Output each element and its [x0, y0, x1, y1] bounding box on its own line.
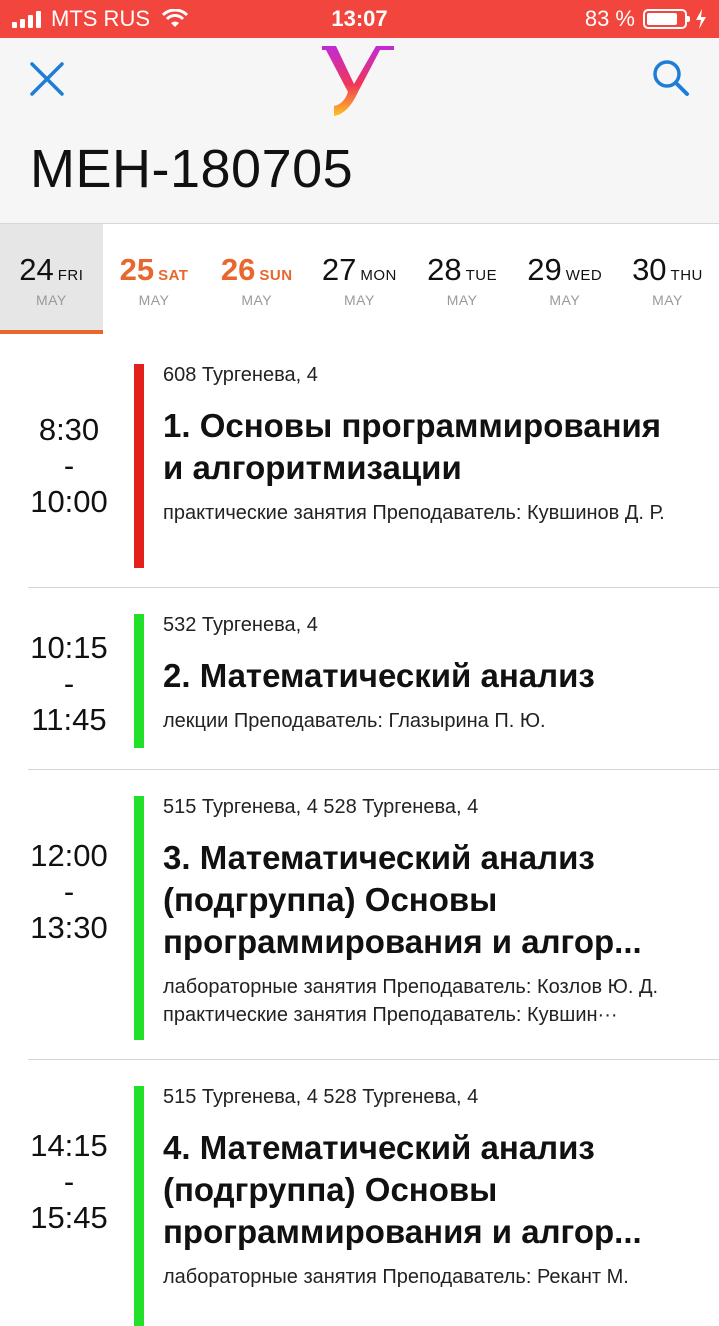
day-number: 28 — [427, 252, 462, 287]
status-bar: MTS RUS 13:07 83 % — [0, 0, 719, 38]
charging-icon — [696, 9, 706, 29]
lesson-time: 8:30-10:00 — [14, 412, 124, 520]
day-month: MAY — [446, 292, 478, 308]
lesson-time-dash: - — [63, 874, 75, 909]
day-number: 26 — [220, 252, 256, 287]
day-number: 24 — [19, 252, 54, 287]
day-date: 26 SUN — [205, 252, 308, 288]
day-number: 30 — [632, 252, 667, 287]
lesson-status-bar — [134, 614, 144, 748]
lesson-item[interactable]: 10:15-11:45 532 Тургенева, 4 2. Математиче… — [28, 587, 719, 769]
battery-icon — [643, 9, 690, 29]
day-number: 29 — [527, 252, 562, 287]
lesson-status-bar — [134, 1086, 144, 1326]
day-tab[interactable]: 25 SAT MAY — [103, 224, 206, 334]
lesson-item[interactable]: 14:15-15:45 515 Тургенева, 4 528 Тургенев… — [28, 1059, 719, 1326]
lesson-time-dash: - — [63, 448, 75, 483]
day-date: 24 FRI — [0, 252, 103, 288]
lesson-room: 515 Тургенева, 4 528 Тургенева, 4 — [163, 796, 479, 818]
lesson-details: 515 Тургенева, 4 528 Тургенева, 4 4. Мате… — [163, 1086, 689, 1291]
day-month: MAY — [344, 292, 375, 308]
day-date: 25 SAT — [103, 252, 206, 288]
lesson-title: 2. Математический анализ — [163, 657, 595, 694]
day-date: 27 MON — [308, 252, 411, 288]
lesson-room: 532 Тургенева, 4 — [163, 614, 318, 636]
lesson-time: 14:15-15:45 — [14, 1128, 124, 1236]
day-tab[interactable]: 24 FRI MAY — [0, 224, 103, 334]
close-icon[interactable] — [28, 60, 66, 98]
day-tab[interactable]: 28 TUE MAY — [411, 224, 514, 334]
group-title: МЕН-180705 — [30, 139, 354, 199]
lesson-item[interactable]: 8:30-10:00 608 Тургенева, 4 1. Основы прог… — [0, 340, 719, 587]
lesson-start-time: 10:15 — [30, 630, 108, 665]
lesson-details: 608 Тургенева, 4 1. Основы программирован… — [163, 364, 689, 527]
lesson-teacher: лабораторные занятия Преподаватель: Река… — [163, 1266, 629, 1288]
lesson-teacher: практические занятия Преподаватель: Кувш… — [163, 502, 665, 524]
lesson-teacher: лабораторные занятия Преподаватель: Козл… — [163, 976, 659, 1026]
lesson-time-dash: - — [63, 1164, 75, 1199]
lesson-status-bar — [134, 796, 144, 1040]
lesson-start-time: 12:00 — [30, 838, 108, 873]
lesson-end-time: 10:00 — [30, 484, 108, 519]
day-weekday: MON — [360, 267, 397, 284]
day-date: 30 THU — [616, 252, 719, 288]
day-month: MAY — [549, 292, 581, 308]
day-month: MAY — [241, 292, 273, 308]
lesson-end-time: 15:45 — [30, 1200, 108, 1235]
day-tab[interactable]: 26 SUN MAY — [205, 224, 308, 334]
day-tab[interactable]: 27 MON MAY — [308, 224, 411, 334]
university-logo — [322, 46, 394, 116]
lesson-title: 1. Основы программирования и алгоритмиза… — [163, 407, 662, 486]
lesson-details: 515 Тургенева, 4 528 Тургенева, 4 3. Мате… — [163, 796, 689, 1029]
search-icon[interactable] — [651, 58, 691, 98]
lesson-end-time: 11:45 — [31, 702, 107, 737]
day-date: 29 WED — [513, 252, 616, 288]
day-weekday: SUN — [259, 267, 293, 284]
day-tab[interactable]: 29 WED MAY — [513, 224, 616, 334]
lesson-teacher: лекции Преподаватель: Глазырина П. Ю. — [163, 710, 546, 732]
app-header: МЕН-180705 — [0, 38, 719, 224]
status-right: 83 % — [585, 6, 707, 32]
lesson-details: 532 Тургенева, 4 2. Математический анализ… — [163, 614, 689, 735]
battery-fill — [647, 13, 677, 25]
day-month: MAY — [35, 292, 67, 308]
day-weekday: THU — [670, 267, 703, 284]
lesson-time: 12:00-13:30 — [14, 838, 124, 946]
lesson-start-time: 8:30 — [38, 412, 100, 447]
day-weekday: WED — [565, 267, 603, 284]
lesson-item[interactable]: 12:00-13:30 515 Тургенева, 4 528 Тургенев… — [28, 769, 719, 1059]
day-weekday: TUE — [465, 267, 498, 284]
lesson-start-time: 14:15 — [30, 1128, 108, 1163]
lesson-room: 515 Тургенева, 4 528 Тургенева, 4 — [163, 1086, 479, 1108]
lesson-room: 608 Тургенева, 4 — [163, 364, 318, 386]
lesson-title: 4. Математический анализ (подгруппа) Осн… — [163, 1129, 642, 1250]
day-month: MAY — [138, 292, 170, 308]
day-date: 28 TUE — [411, 252, 514, 288]
lesson-list: 8:30-10:00 608 Тургенева, 4 1. Основы прог… — [0, 340, 719, 1326]
day-weekday: FRI — [57, 267, 84, 284]
lesson-title: 3. Математический анализ (подгруппа) Осн… — [163, 839, 642, 960]
lesson-time-dash: - — [63, 666, 75, 701]
lesson-time: 10:15-11:45 — [14, 630, 124, 738]
day-weekday: SAT — [158, 267, 189, 284]
day-selector: 24 FRI MAY 25 SAT MAY 26 SUN MAY 27 MON MAY 28 TUE MAY… — [0, 224, 719, 336]
day-number: 25 — [119, 252, 155, 287]
day-tab[interactable]: 30 THU MAY — [616, 224, 719, 334]
lesson-end-time: 13:30 — [30, 910, 108, 945]
lesson-status-bar — [134, 364, 144, 568]
battery-percent: 83 % — [584, 6, 635, 31]
day-number: 27 — [321, 252, 357, 287]
day-month: MAY — [652, 292, 683, 308]
